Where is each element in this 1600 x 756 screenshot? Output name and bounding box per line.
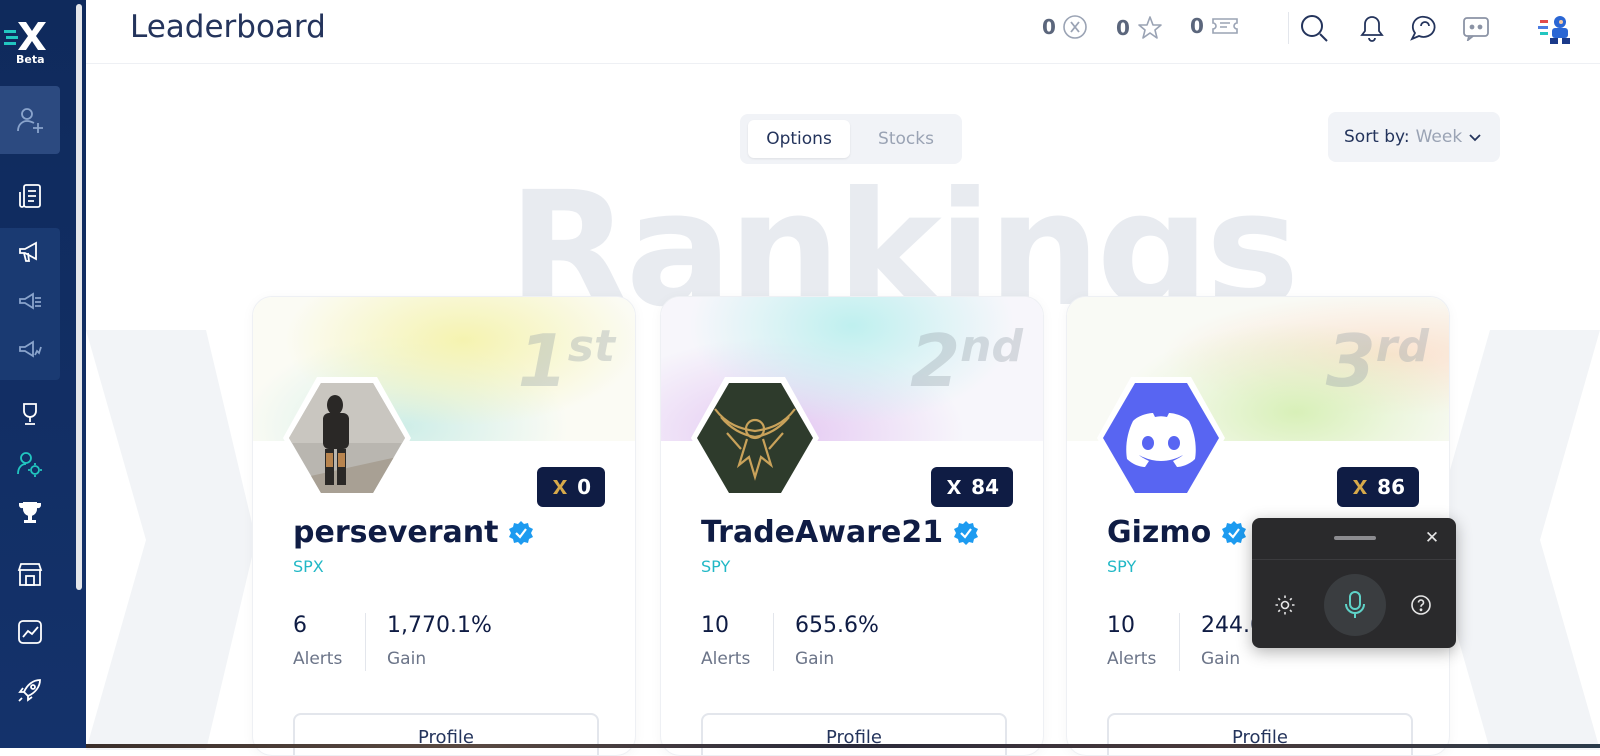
stat-divider (1179, 613, 1180, 671)
gain-value: 1,770.1% (387, 613, 492, 638)
username-text: TradeAware21 (701, 515, 944, 550)
help-icon[interactable] (1408, 592, 1434, 618)
microphone-icon (1345, 591, 1365, 618)
ticket-count: 0 (1190, 14, 1204, 38)
discord-icon[interactable] (1460, 12, 1492, 44)
alerts-label: Alerts (293, 649, 343, 669)
x-score-icon (947, 480, 962, 494)
trophy-outline-icon[interactable] (14, 398, 46, 430)
chart-icon[interactable] (14, 616, 46, 648)
coin-count: 0 (1042, 15, 1056, 39)
user-avatar[interactable] (687, 373, 823, 503)
gain-label: Gain (795, 649, 835, 669)
coin-counter[interactable]: 0 (1042, 14, 1088, 40)
top-header: Leaderboard 0 0 0 (86, 0, 1600, 64)
rank-label: 1st (517, 319, 615, 403)
star-icon (1138, 16, 1162, 39)
score-badge: 84 (931, 467, 1013, 507)
sort-label: Sort by: (1344, 127, 1410, 147)
chat-icon[interactable] (1408, 12, 1440, 44)
sidebar: Beta (0, 0, 86, 748)
add-user-icon[interactable] (14, 104, 46, 136)
score-value: 84 (971, 475, 999, 499)
user-avatar[interactable] (1093, 373, 1229, 503)
x-score-icon (553, 480, 568, 494)
megaphone-chart-icon[interactable] (14, 334, 46, 366)
ticker: SPY (701, 557, 731, 576)
username[interactable]: Gizmo (1107, 515, 1247, 550)
alerts-count: 6 (293, 613, 307, 638)
trophy-icon[interactable] (14, 496, 46, 528)
verified-icon (509, 520, 534, 545)
gain-label: Gain (1201, 649, 1241, 669)
voice-typing-popup: ✕ (1252, 518, 1456, 648)
ticket-icon (1212, 18, 1238, 34)
sort-dropdown[interactable]: Sort by: Week (1328, 112, 1500, 162)
voice-popup-titlebar[interactable]: ✕ (1252, 518, 1456, 560)
score-badge: 86 (1337, 467, 1419, 507)
stat-divider (365, 613, 366, 671)
score-value: 0 (577, 475, 591, 499)
ticker: SPX (293, 557, 324, 576)
leader-card-1: 1st 0 perseverant SPX 6 Alerts 1,770.1% … (252, 296, 636, 756)
tab-options[interactable]: Options (748, 120, 850, 158)
microphone-button[interactable] (1324, 574, 1386, 636)
x-logo-icon (4, 22, 46, 50)
store-icon[interactable] (14, 558, 46, 590)
sort-value: Week (1415, 127, 1463, 147)
user-avatar[interactable] (279, 373, 415, 503)
close-icon[interactable]: ✕ (1422, 528, 1442, 548)
alerts-count: 10 (1107, 613, 1135, 638)
stat-divider (773, 613, 774, 671)
gain-value: 655.6% (795, 613, 879, 638)
rank-label: 2nd (910, 319, 1023, 403)
page-title: Leaderboard (130, 9, 326, 45)
rank-label: 3rd (1325, 319, 1429, 403)
app-logo[interactable]: Beta (4, 18, 54, 68)
star-count: 0 (1116, 16, 1130, 40)
leader-card-2: 2nd 84 TradeAware21 SPY 10 Alerts 655.6%… (660, 296, 1044, 756)
alerts-label: Alerts (1107, 649, 1157, 669)
tab-stocks[interactable]: Stocks (856, 120, 956, 158)
username-text: perseverant (293, 515, 499, 550)
profile-button[interactable]: Profile (701, 713, 1007, 755)
drag-handle[interactable] (1334, 536, 1376, 540)
feed-icon[interactable] (14, 180, 46, 212)
score-value: 86 (1377, 475, 1405, 499)
header-divider (1288, 12, 1289, 44)
chevron-down-icon (1469, 134, 1481, 142)
username-text: Gizmo (1107, 515, 1212, 550)
ticker: SPY (1107, 557, 1137, 576)
x-coin-icon (1063, 15, 1087, 39)
megaphone-icon[interactable] (14, 236, 46, 268)
x-score-icon (1353, 480, 1368, 494)
user-settings-icon[interactable] (14, 448, 46, 480)
search-icon[interactable] (1298, 12, 1330, 44)
alerts-count: 10 (701, 613, 729, 638)
profile-button[interactable]: Profile (293, 713, 599, 755)
profile-button[interactable]: Profile (1107, 713, 1413, 755)
sidebar-scrollbar[interactable] (76, 4, 82, 590)
score-badge: 0 (537, 467, 605, 507)
beta-badge: Beta (16, 53, 45, 66)
verified-icon (954, 520, 979, 545)
taskbar-strip (86, 744, 1600, 748)
rocket-icon[interactable] (14, 674, 46, 706)
settings-gear-icon[interactable] (1272, 592, 1298, 618)
megaphone-list-icon[interactable] (14, 286, 46, 318)
gain-label: Gain (387, 649, 427, 669)
user-avatar-icon[interactable] (1538, 12, 1574, 48)
username[interactable]: perseverant (293, 515, 534, 550)
username[interactable]: TradeAware21 (701, 515, 979, 550)
star-counter[interactable]: 0 (1116, 14, 1164, 42)
watermark-x-left (86, 330, 256, 750)
verified-icon (1222, 520, 1247, 545)
ticket-counter[interactable]: 0 (1190, 14, 1240, 38)
market-tabs: Options Stocks (740, 114, 962, 164)
bell-icon[interactable] (1356, 12, 1388, 44)
alerts-label: Alerts (701, 649, 751, 669)
